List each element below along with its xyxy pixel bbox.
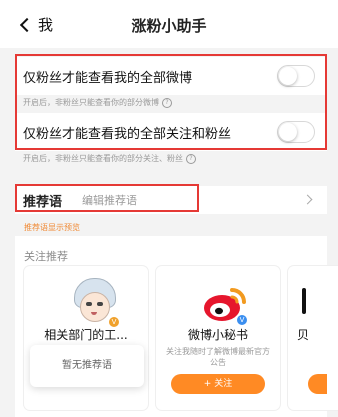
preview-label: 推荐语显示预览 — [24, 223, 80, 232]
help-icon[interactable]: ? — [162, 97, 172, 108]
card-name: 相关部门的工... — [44, 328, 128, 342]
help-icon[interactable]: ? — [186, 153, 196, 164]
privacy-option-follows-label: 仅粉丝才能查看我的全部关注和粉丝 — [23, 126, 232, 142]
recommend-label: 推荐语 — [23, 194, 63, 210]
privacy-weibo-hint: 开启后，非粉丝只能查看你的部分微博 ? — [23, 97, 172, 108]
preview-panel-title: 关注推荐 — [24, 250, 68, 263]
toggle-knob — [279, 67, 297, 85]
page-title: 涨粉小助手 — [131, 17, 207, 35]
privacy-follows-hint-text: 开启后，非粉丝只能查看你的部分关注、粉丝 — [23, 154, 183, 163]
recommend-input[interactable]: 编辑推荐语 — [82, 192, 137, 208]
toggle-knob — [279, 123, 297, 141]
privacy-follows-toggle[interactable] — [277, 121, 315, 143]
avatar-face — [80, 292, 110, 322]
recommend-card[interactable]: V 相关部门的工... — [24, 266, 148, 410]
empty-recommend-popover: 暂无推荐语 — [30, 345, 144, 387]
recommend-row[interactable]: 推荐语 编辑推荐语 — [15, 186, 327, 214]
privacy-weibo-hint-text: 开启后，非粉丝只能查看你的部分微博 — [23, 98, 159, 107]
avatar-partial-icon — [302, 288, 306, 314]
card-name: 贝 — [296, 328, 309, 342]
privacy-option-weibo: 仅粉丝才能查看我的全部微博 — [15, 57, 327, 95]
privacy-option-weibo-label: 仅粉丝才能查看我的全部微博 — [23, 70, 193, 86]
follow-button[interactable]: + 关注 — [171, 374, 265, 394]
avatar: V — [66, 274, 122, 330]
top-bar: 我 涨粉小助手 — [0, 0, 338, 48]
chevron-right-icon — [302, 194, 313, 205]
avatar-eye — [97, 302, 103, 306]
privacy-option-follows: 仅粉丝才能查看我的全部关注和粉丝 — [15, 113, 327, 151]
avatar-eye — [86, 302, 92, 306]
card-name: 微博小秘书 — [187, 328, 248, 342]
privacy-follows-hint: 开启后，非粉丝只能查看你的部分关注、粉丝 ? — [23, 153, 196, 164]
card-desc: 关注我随时了解微博最新官方公告 — [166, 347, 270, 367]
privacy-weibo-toggle[interactable] — [277, 65, 315, 87]
follow-button[interactable] — [308, 374, 327, 394]
recommend-card[interactable]: V 微博小秘书 关注我随时了解微博最新官方公告 + 关注 — [156, 266, 280, 410]
verified-badge-icon: V — [236, 314, 248, 326]
